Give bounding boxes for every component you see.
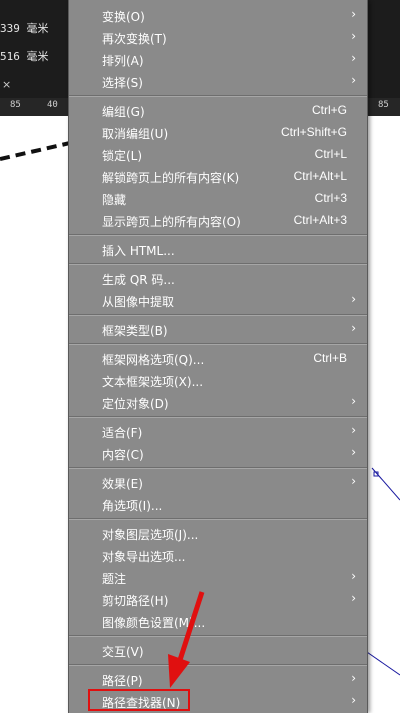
chevron-right-icon: ›	[351, 445, 356, 459]
object-context-menu: 变换(O) › 再次变换(T) › 排列(A) › 选择(S) › 编组(G) Ctrl+…	[68, 0, 368, 713]
chevron-right-icon: ›	[351, 569, 356, 583]
menu-item-text-frame-options[interactable]: 文本框架选项(X)...	[69, 370, 367, 392]
menu-separator	[69, 635, 367, 637]
ruler-tick: 85	[10, 100, 21, 110]
shortcut-label: Ctrl+Alt+3	[293, 213, 347, 227]
menu-item-paths[interactable]: 路径(P) ›	[69, 669, 367, 691]
chevron-right-icon: ›	[351, 591, 356, 605]
menu-separator	[69, 664, 367, 666]
menu-item-captions[interactable]: 题注 ›	[69, 567, 367, 589]
menu-separator	[69, 234, 367, 236]
menu-separator	[69, 263, 367, 265]
annotation-arrow-icon	[168, 591, 205, 688]
chevron-right-icon: ›	[351, 7, 356, 21]
menu-item-extract-from-image[interactable]: 从图像中提取 ›	[69, 290, 367, 312]
menu-item-frame-type[interactable]: 框架类型(B) ›	[69, 319, 367, 341]
menu-item-clipping-path[interactable]: 剪切路径(H) ›	[69, 589, 367, 611]
menu-item-object-export-options[interactable]: 对象导出选项...	[69, 545, 367, 567]
menu-item-select[interactable]: 选择(S) ›	[69, 71, 367, 93]
menu-item-corner-options[interactable]: 角选项(I)...	[69, 494, 367, 516]
menu-separator	[69, 467, 367, 469]
shortcut-label: Ctrl+B	[313, 351, 347, 365]
menu-item-interactive[interactable]: 交互(V)	[69, 640, 367, 662]
menu-separator	[69, 95, 367, 97]
chevron-right-icon: ›	[351, 423, 356, 437]
menu-item-frame-grid-options[interactable]: 框架网格选项(Q)... Ctrl+B	[69, 348, 367, 370]
chevron-right-icon: ›	[351, 29, 356, 43]
chevron-right-icon: ›	[351, 321, 356, 335]
menu-item-ungroup[interactable]: 取消编组(U) Ctrl+Shift+G	[69, 122, 367, 144]
menu-item-show-all[interactable]: 显示跨页上的所有内容(O) Ctrl+Alt+3	[69, 210, 367, 232]
shortcut-label: Ctrl+Shift+G	[280, 125, 347, 139]
height-field[interactable]: 516 毫米	[0, 48, 49, 64]
menu-separator	[69, 416, 367, 418]
menu-separator	[69, 518, 367, 520]
menu-item-arrange[interactable]: 排列(A) ›	[69, 49, 367, 71]
menu-item-hide[interactable]: 隐藏 Ctrl+3	[69, 188, 367, 210]
highlight-box	[88, 689, 190, 711]
chevron-right-icon: ›	[351, 394, 356, 408]
chevron-right-icon: ›	[351, 474, 356, 488]
menu-item-lock[interactable]: 锁定(L) Ctrl+L	[69, 144, 367, 166]
chevron-right-icon: ›	[351, 51, 356, 65]
menu-item-anchored-object[interactable]: 定位对象(D) ›	[69, 392, 367, 414]
close-icon[interactable]: ×	[2, 78, 11, 91]
menu-separator	[69, 343, 367, 345]
shortcut-label: Ctrl+3	[314, 191, 347, 205]
menu-item-fitting[interactable]: 适合(F) ›	[69, 421, 367, 443]
menu-item-group[interactable]: 编组(G) Ctrl+G	[69, 100, 367, 122]
chevron-right-icon: ›	[351, 671, 356, 685]
menu-item-generate-qr[interactable]: 生成 QR 码...	[69, 268, 367, 290]
menu-item-transform-again[interactable]: 再次变换(T) ›	[69, 27, 367, 49]
chevron-right-icon: ›	[351, 73, 356, 87]
menu-item-object-layer-options[interactable]: 对象图层选项(J)...	[69, 523, 367, 545]
menu-separator	[69, 314, 367, 316]
menu-item-content[interactable]: 内容(C) ›	[69, 443, 367, 465]
shortcut-label: Ctrl+G	[311, 103, 347, 117]
ruler-tick: 40	[47, 100, 58, 110]
menu-item-insert-html[interactable]: 插入 HTML...	[69, 239, 367, 261]
ruler-tick: 85	[378, 100, 389, 110]
shortcut-label: Ctrl+L	[314, 147, 347, 161]
shortcut-label: Ctrl+Alt+L	[293, 169, 347, 183]
chevron-right-icon: ›	[351, 292, 356, 306]
menu-item-transform[interactable]: 变换(O) ›	[69, 5, 367, 27]
menu-item-unlock-all[interactable]: 解锁跨页上的所有内容(K) Ctrl+Alt+L	[69, 166, 367, 188]
menu-item-effects[interactable]: 效果(E) ›	[69, 472, 367, 494]
menu-item-image-color-settings[interactable]: 图像颜色设置(M)...	[69, 611, 367, 633]
dashed-path[interactable]	[0, 141, 70, 161]
chevron-right-icon: ›	[351, 693, 356, 707]
width-field[interactable]: 339 毫米	[0, 20, 49, 36]
